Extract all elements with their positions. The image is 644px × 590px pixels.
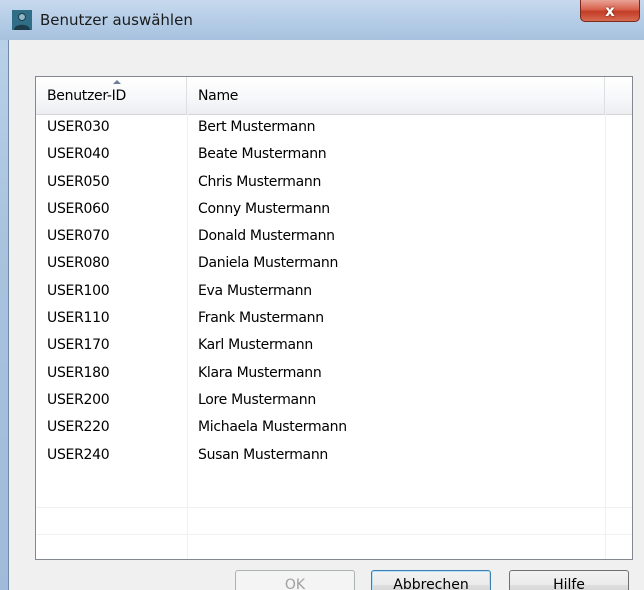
window-title: Benutzer auswählen (40, 11, 193, 29)
button-label: Hilfe (553, 577, 585, 590)
user-name-cell: Lore Mustermann (198, 391, 316, 408)
user-name-cell: Michaela Mustermann (198, 419, 347, 436)
user-id-cell: USER040 (47, 146, 110, 163)
user-id-cell: USER050 (47, 173, 110, 190)
dialog-window: Benutzer auswählen x Benutzer-ID Name US… (0, 0, 644, 590)
user-name-cell: Susan Mustermann (198, 446, 328, 463)
user-name-cell: Chris Mustermann (198, 173, 322, 190)
column-header-user-id[interactable]: Benutzer-ID (36, 77, 187, 114)
list-header: Benutzer-ID Name (36, 77, 632, 115)
table-row[interactable]: USER030 Bert Mustermann (36, 114, 632, 141)
table-row[interactable]: USER200 Lore Mustermann (36, 387, 632, 414)
table-row[interactable]: USER040 Beate Mustermann (36, 141, 632, 168)
user-name-cell: Eva Mustermann (198, 282, 312, 299)
user-name-cell: Donald Mustermann (198, 228, 335, 245)
table-row[interactable]: USER070 Donald Mustermann (36, 223, 632, 250)
user-icon (12, 10, 32, 30)
user-id-cell: USER110 (47, 310, 110, 327)
sort-ascending-icon (113, 80, 121, 84)
table-row[interactable]: USER220 Michaela Mustermann (36, 414, 632, 441)
user-name-cell: Conny Mustermann (198, 200, 330, 217)
user-list[interactable]: Benutzer-ID Name USER030 Bert Mustermann U… (35, 76, 633, 560)
user-id-cell: USER070 (47, 228, 110, 245)
dialog-client-area: Benutzer-ID Name USER030 Bert Mustermann U… (8, 40, 644, 590)
row-divider (36, 507, 632, 508)
row-divider (36, 534, 632, 535)
table-row[interactable]: USER050 Chris Mustermann (36, 169, 632, 196)
user-id-cell: USER030 (47, 119, 110, 135)
table-row[interactable]: USER170 Karl Mustermann (36, 332, 632, 359)
column-header-label: Benutzer-ID (47, 88, 126, 104)
table-row[interactable]: USER240 Susan Mustermann (36, 442, 632, 469)
user-name-cell: Bert Mustermann (198, 119, 316, 135)
user-name-cell: Frank Mustermann (198, 310, 324, 327)
table-row[interactable]: USER080 Daniela Mustermann (36, 250, 632, 277)
user-id-cell: USER060 (47, 200, 110, 217)
user-id-cell: USER080 (47, 255, 110, 272)
table-row[interactable]: USER060 Conny Mustermann (36, 196, 632, 223)
title-bar[interactable]: Benutzer auswählen x (0, 0, 644, 40)
user-id-cell: USER220 (47, 419, 110, 436)
user-id-cell: USER240 (47, 446, 110, 463)
user-id-cell: USER100 (47, 282, 110, 299)
button-label-mnemonic: H (553, 577, 564, 590)
button-label: Abbrechen (393, 577, 469, 590)
column-header-filler (605, 77, 632, 114)
user-name-cell: Beate Mustermann (198, 146, 327, 163)
user-id-cell: USER170 (47, 337, 110, 354)
table-row[interactable]: USER110 Frank Mustermann (36, 305, 632, 332)
button-label: OK (284, 577, 306, 590)
ok-button[interactable]: OK (235, 570, 355, 590)
list-body: USER030 Bert Mustermann USER040 Beate Muste… (36, 114, 632, 469)
user-id-cell: USER180 (47, 364, 110, 381)
table-row[interactable]: USER100 Eva Mustermann (36, 278, 632, 305)
close-button[interactable]: x (580, 0, 640, 22)
user-name-cell: Klara Mustermann (198, 364, 322, 381)
help-button[interactable]: Hilfe (509, 570, 629, 590)
column-header-name[interactable]: Name (187, 77, 605, 114)
user-name-cell: Daniela Mustermann (198, 255, 339, 272)
user-id-cell: USER200 (47, 391, 110, 408)
table-row[interactable]: USER180 Klara Mustermann (36, 360, 632, 387)
cancel-button[interactable]: Abbrechen (371, 570, 491, 590)
user-name-cell: Karl Mustermann (198, 337, 313, 354)
close-icon: x (605, 1, 615, 20)
button-label-rest: ilfe (563, 577, 585, 590)
column-header-label: Name (198, 88, 239, 104)
